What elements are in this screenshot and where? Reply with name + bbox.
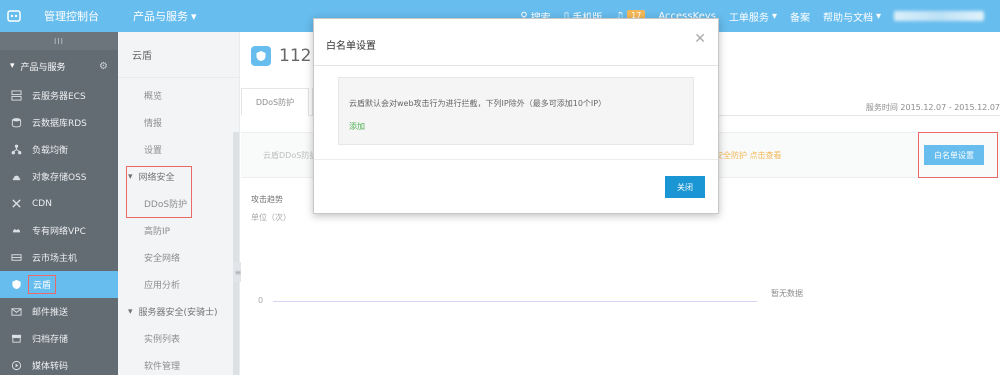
close-icon[interactable]: ✕ [694, 31, 706, 47]
modal-footer-divider [314, 159, 718, 160]
modal-body: 云盾默认会对web攻击行为进行拦截，下列IP除外（最多可添加10个IP） 添加 [338, 77, 694, 145]
modal-description: 云盾默认会对web攻击行为进行拦截，下列IP除外（最多可添加10个IP） [349, 99, 607, 108]
close-button[interactable]: 关闭 [665, 176, 705, 198]
modal-title: 白名单设置 [326, 41, 376, 52]
whitelist-modal: 白名单设置 ✕ 云盾默认会对web攻击行为进行拦截，下列IP除外（最多可添加10… [313, 18, 719, 214]
modal-divider [314, 65, 718, 66]
add-ip-link[interactable]: 添加 [349, 121, 365, 132]
